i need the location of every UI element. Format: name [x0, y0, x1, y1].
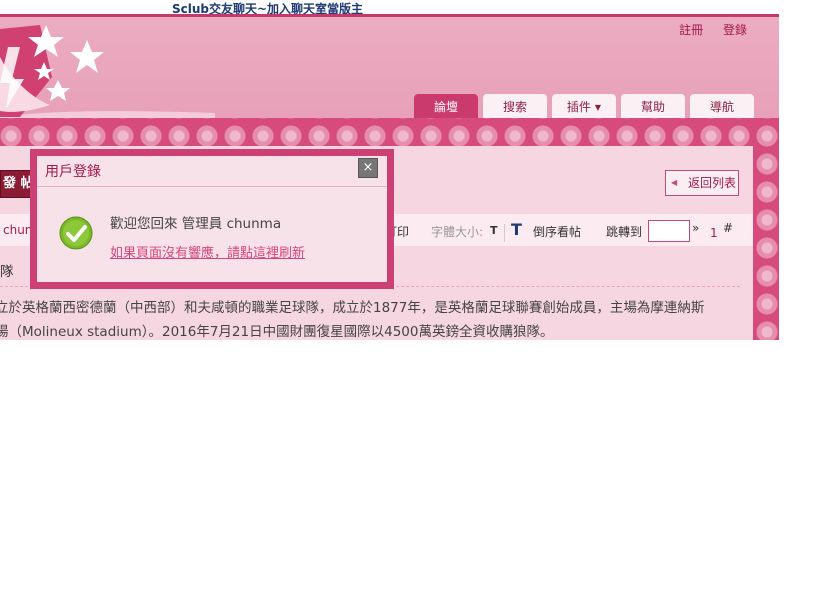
back-to-list-label: 返回列表	[687, 176, 736, 190]
login-dialog-title: 用戶登錄	[37, 156, 387, 187]
tab-search-label: 搜索	[502, 100, 527, 114]
login-dialog-body: 用戶登錄 × 歡迎您回來 管理員 chunma 如果頁面沒有響應，請點這裡刷新	[37, 156, 387, 282]
site-header: 註冊 登錄 論壇 搜索 插件 ▼ 幫助 導航	[0, 14, 779, 121]
register-link[interactable]: 註冊	[679, 23, 703, 37]
arrow-left-icon: ◀	[671, 178, 678, 187]
font-size-label: 字體大小:	[431, 225, 484, 239]
welcome-message: 歡迎您回來 管理員 chunma	[110, 216, 282, 232]
tab-plugins[interactable]: 插件 ▼	[552, 94, 616, 118]
top-links: 註冊 登錄	[663, 21, 747, 38]
jump-to-page-input[interactable]	[648, 220, 690, 242]
font-size-large-button[interactable]: T	[511, 220, 522, 239]
divider	[504, 224, 505, 242]
font-size-small-button[interactable]: T	[490, 224, 498, 237]
check-icon	[59, 216, 93, 250]
page-number-link[interactable]: 1	[710, 226, 718, 240]
thread-title: 隊	[0, 264, 14, 280]
back-to-list-button[interactable]: ◀ 返回列表	[665, 170, 739, 196]
tab-search[interactable]: 搜索	[483, 94, 547, 118]
post-body: 立於英格蘭西密德蘭（中西部）和夫咸頓的職業足球隊，成立於1877年，是英格蘭足球…	[0, 296, 755, 340]
login-link[interactable]: 登錄	[723, 23, 747, 37]
close-button[interactable]: ×	[358, 158, 378, 178]
tab-help[interactable]: 幫助	[621, 94, 685, 118]
jump-to-label: 跳轉到	[606, 225, 643, 239]
chevron-down-icon: ▼	[594, 103, 602, 112]
tab-navigation[interactable]: 導航	[690, 94, 754, 118]
tab-help-label: 幫助	[640, 100, 665, 114]
post-body-line: 場（Molineux stadium）。2016年7月21日中國財團復星國際以4…	[0, 324, 554, 340]
tab-navigation-label: 導航	[709, 100, 734, 114]
reverse-order-link[interactable]: 倒序看帖	[533, 223, 581, 240]
close-icon: ×	[362, 160, 374, 175]
post-body-line: 立於英格蘭西密德蘭（中西部）和夫咸頓的職業足球隊，成立於1877年，是英格蘭足球…	[0, 300, 705, 316]
tab-forum-label: 論壇	[433, 100, 458, 114]
tab-forum[interactable]: 論壇	[414, 94, 478, 118]
page: Sclub交友聊天~加入聊天室當版主 註冊 登錄 論壇 搜索 插件 ▼ 幫助 導航…	[0, 0, 779, 340]
permalink-hash[interactable]: #	[723, 221, 733, 235]
author-link[interactable]: chun	[3, 223, 32, 237]
tab-plugins-label: 插件	[566, 100, 591, 114]
refresh-link[interactable]: 如果頁面沒有響應，請點這裡刷新	[110, 242, 305, 261]
login-dialog: 用戶登錄 × 歡迎您回來 管理員 chunma 如果頁面沒有響應，請點這裡刷新	[30, 149, 394, 289]
site-logo	[0, 25, 215, 121]
jump-go-arrow[interactable]: »	[692, 221, 699, 235]
